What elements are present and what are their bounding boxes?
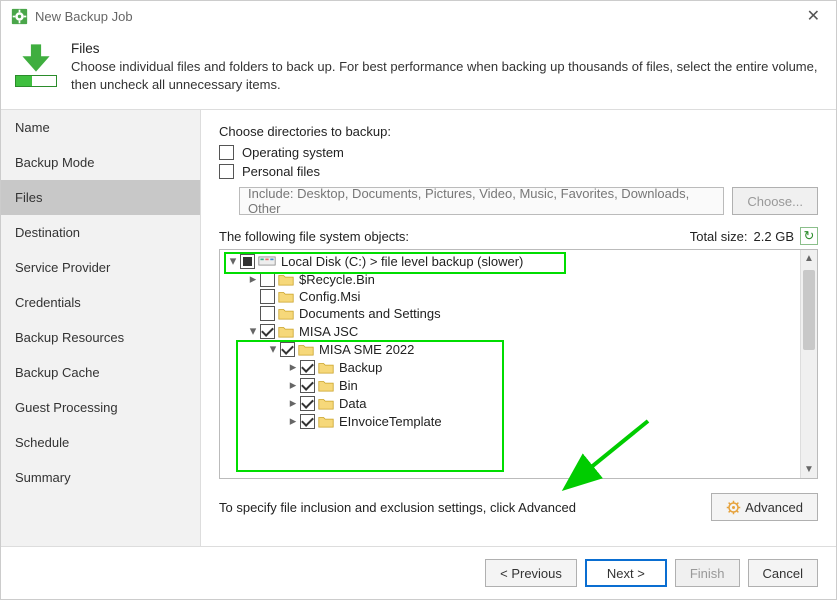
expand-caret-icon[interactable]: ▸ bbox=[246, 271, 260, 287]
tree-checkbox[interactable] bbox=[260, 306, 275, 321]
tree-checkbox[interactable] bbox=[300, 396, 315, 411]
tree-label: Data bbox=[339, 396, 366, 411]
sidebar-item-summary[interactable]: Summary bbox=[1, 460, 200, 495]
wizard-sidebar: Name Backup Mode Files Destination Servi… bbox=[1, 110, 201, 546]
refresh-icon[interactable]: ↻ bbox=[800, 227, 818, 245]
wizard-footer: < Previous Next > Finish Cancel bbox=[1, 546, 836, 599]
sidebar-item-service-provider[interactable]: Service Provider bbox=[1, 250, 200, 285]
tree-label: Config.Msi bbox=[299, 289, 360, 304]
expand-caret-icon[interactable]: ▸ bbox=[286, 413, 300, 429]
sidebar-item-backup-cache[interactable]: Backup Cache bbox=[1, 355, 200, 390]
tree-row[interactable]: ▸ $Recycle.Bin bbox=[220, 270, 817, 288]
tree-checkbox[interactable] bbox=[300, 360, 315, 375]
tree-checkbox[interactable] bbox=[260, 272, 275, 287]
scroll-up-icon[interactable]: ▲ bbox=[801, 250, 817, 267]
tree-row[interactable]: ▸ Bin bbox=[220, 376, 817, 394]
tree-label: Local Disk (C:) > file level backup (slo… bbox=[281, 254, 523, 269]
tree-checkbox[interactable] bbox=[280, 342, 295, 357]
personal-files-checkbox[interactable] bbox=[219, 164, 234, 179]
choose-directories-label: Choose directories to backup: bbox=[219, 124, 818, 139]
sidebar-item-destination[interactable]: Destination bbox=[1, 215, 200, 250]
expand-caret-icon[interactable]: ▾ bbox=[226, 253, 240, 269]
sidebar-item-name[interactable]: Name bbox=[1, 110, 200, 145]
tree-row[interactable]: ▸ Data bbox=[220, 394, 817, 412]
window-title: New Backup Job bbox=[35, 9, 133, 24]
tree-label: EInvoiceTemplate bbox=[339, 414, 442, 429]
wizard-header: Files Choose individual files and folder… bbox=[1, 31, 836, 110]
tree-checkbox[interactable] bbox=[240, 254, 255, 269]
expand-caret-icon[interactable]: ▸ bbox=[286, 377, 300, 393]
advanced-hint: To specify file inclusion and exclusion … bbox=[219, 500, 576, 515]
tree-checkbox[interactable] bbox=[300, 414, 315, 429]
tree-label: MISA JSC bbox=[299, 324, 358, 339]
tree-row[interactable]: ▾ MISA JSC bbox=[220, 322, 817, 340]
tree-label: $Recycle.Bin bbox=[299, 272, 375, 287]
main-panel: Choose directories to backup: Operating … bbox=[201, 110, 836, 546]
backup-wizard-window: New Backup Job ✕ Files Choose individual… bbox=[0, 0, 837, 600]
include-input: Include: Desktop, Documents, Pictures, V… bbox=[239, 187, 724, 215]
sidebar-item-credentials[interactable]: Credentials bbox=[1, 285, 200, 320]
tree-label: MISA SME 2022 bbox=[319, 342, 414, 357]
tree-row[interactable]: ▾ MISA SME 2022 bbox=[220, 340, 817, 358]
expand-caret-icon[interactable]: ▾ bbox=[266, 341, 280, 357]
scroll-down-icon[interactable]: ▼ bbox=[801, 461, 817, 478]
scrollbar[interactable]: ▲ ▼ bbox=[800, 250, 817, 478]
personal-files-label: Personal files bbox=[242, 164, 320, 179]
total-size-value: 2.2 GB bbox=[754, 229, 794, 244]
header-title: Files bbox=[71, 41, 822, 56]
scroll-thumb[interactable] bbox=[803, 270, 815, 350]
titlebar: New Backup Job ✕ bbox=[1, 1, 836, 31]
tree-row[interactable]: Config.Msi bbox=[220, 288, 817, 305]
tree-row[interactable]: ▸ EInvoiceTemplate bbox=[220, 412, 817, 430]
cancel-button[interactable]: Cancel bbox=[748, 559, 818, 587]
advanced-button[interactable]: Advanced bbox=[711, 493, 818, 521]
tree-row[interactable]: ▾ Local Disk (C:) > file level backup (sl… bbox=[220, 252, 817, 270]
tree-label: Documents and Settings bbox=[299, 306, 441, 321]
tree-checkbox[interactable] bbox=[260, 324, 275, 339]
sidebar-item-backup-resources[interactable]: Backup Resources bbox=[1, 320, 200, 355]
tree-row[interactable]: ▸ Backup bbox=[220, 358, 817, 376]
file-tree[interactable]: ▾ Local Disk (C:) > file level backup (sl… bbox=[219, 249, 818, 479]
expand-caret-icon[interactable]: ▾ bbox=[246, 323, 260, 339]
header-subtitle: Choose individual files and folders to b… bbox=[71, 58, 822, 93]
tree-label: Backup bbox=[339, 360, 382, 375]
sidebar-item-files[interactable]: Files bbox=[1, 180, 200, 215]
sidebar-item-schedule[interactable]: Schedule bbox=[1, 425, 200, 460]
progress-icon bbox=[15, 75, 57, 87]
tree-checkbox[interactable] bbox=[300, 378, 315, 393]
choose-button: Choose... bbox=[732, 187, 818, 215]
sidebar-item-guest-processing[interactable]: Guest Processing bbox=[1, 390, 200, 425]
expand-caret-icon[interactable]: ▸ bbox=[286, 359, 300, 375]
tree-row[interactable]: Documents and Settings bbox=[220, 305, 817, 322]
tree-checkbox[interactable] bbox=[260, 289, 275, 304]
previous-button[interactable]: < Previous bbox=[485, 559, 577, 587]
advanced-button-label: Advanced bbox=[745, 500, 803, 515]
close-icon[interactable]: ✕ bbox=[801, 4, 826, 28]
expand-caret-icon[interactable]: ▸ bbox=[286, 395, 300, 411]
finish-button: Finish bbox=[675, 559, 740, 587]
operating-system-label: Operating system bbox=[242, 145, 344, 160]
operating-system-checkbox[interactable] bbox=[219, 145, 234, 160]
gear-icon bbox=[11, 8, 28, 25]
total-size-label: Total size: bbox=[690, 229, 748, 244]
file-objects-label: The following file system objects: bbox=[219, 229, 409, 244]
next-button[interactable]: Next > bbox=[585, 559, 667, 587]
download-arrow-icon bbox=[19, 41, 53, 75]
tree-label: Bin bbox=[339, 378, 358, 393]
sidebar-item-backup-mode[interactable]: Backup Mode bbox=[1, 145, 200, 180]
gear-orange-icon bbox=[726, 500, 741, 515]
